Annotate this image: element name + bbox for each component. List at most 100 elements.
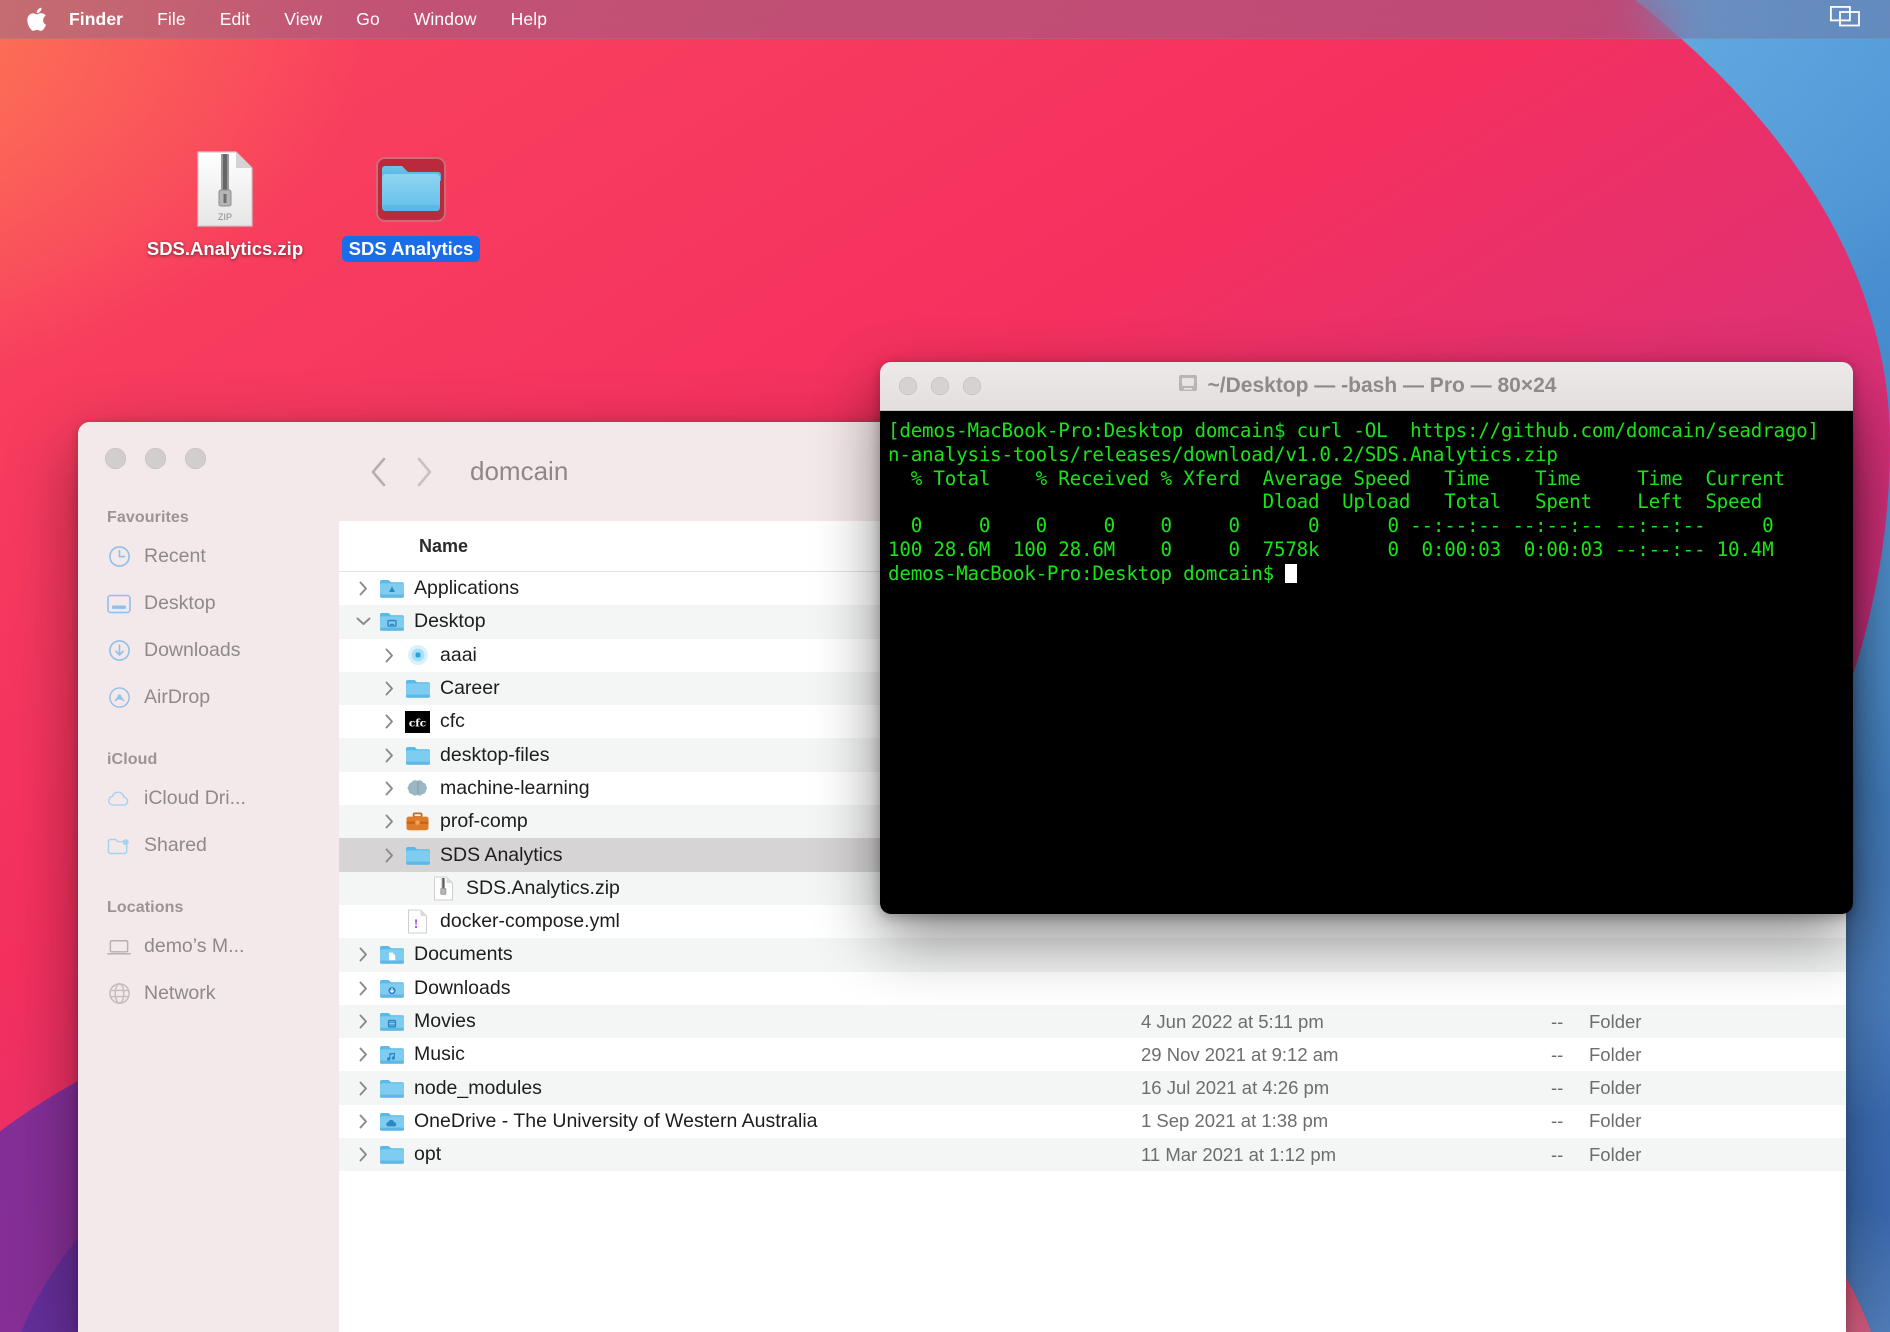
- terminal-title-wrap: ~/Desktop — -bash — Pro — 80×24: [880, 373, 1853, 399]
- file-date-modified: 11 Mar 2021 at 1:12 pm: [1141, 1143, 1337, 1165]
- sidebar-item-shared[interactable]: Shared: [78, 822, 339, 869]
- aaai-icon: [404, 642, 431, 669]
- desktop-icon: [107, 592, 131, 616]
- file-name: node_modules: [414, 1076, 542, 1099]
- chevron-right-icon[interactable]: [353, 1081, 373, 1096]
- sidebar-item-airdrop[interactable]: AirDrop: [78, 674, 339, 721]
- documents-folder-icon: [378, 941, 405, 968]
- chevron-right-icon[interactable]: [353, 1047, 373, 1062]
- terminal-output[interactable]: [demos-MacBook-Pro:Desktop domcain$ curl…: [880, 411, 1853, 914]
- chevron-right-icon[interactable]: [379, 781, 399, 796]
- chevron-right-icon[interactable]: [353, 1014, 373, 1029]
- sidebar-section-favourites: Favourites: [107, 509, 189, 526]
- chevron-right-icon[interactable]: [353, 581, 373, 596]
- table-row[interactable]: Movies 4 Jun 2022 at 5:11 pm -- Folder: [339, 1004, 1846, 1039]
- file-size: --: [1551, 1077, 1564, 1099]
- download-arrow-icon: [107, 639, 131, 663]
- file-date-modified: 29 Nov 2021 at 9:12 am: [1141, 1043, 1339, 1065]
- onedrive-folder-icon: [378, 1108, 405, 1135]
- sidebar-item-downloads[interactable]: Downloads: [78, 627, 339, 674]
- menu-item-window[interactable]: Window: [397, 9, 494, 30]
- terminal-cursor: [1285, 563, 1298, 583]
- file-name: docker-compose.yml: [440, 910, 620, 933]
- file-date-modified: 16 Jul 2021 at 4:26 pm: [1141, 1077, 1330, 1099]
- table-row[interactable]: Downloads: [339, 972, 1846, 1005]
- finder-window-title: domcain: [470, 456, 569, 486]
- close-button[interactable]: [105, 448, 126, 469]
- sidebar-item-label: iCloud Dri...: [144, 787, 246, 809]
- svg-text:ZIP: ZIP: [218, 212, 232, 222]
- menu-item-view[interactable]: View: [267, 9, 339, 30]
- folder-icon: [404, 742, 431, 769]
- desktop-icon-sds-analytics-zip[interactable]: ZIP SDS.Analytics.zip: [130, 150, 320, 262]
- apple-logo-icon[interactable]: [26, 7, 47, 32]
- terminal-title-bar[interactable]: ~/Desktop — -bash — Pro — 80×24: [880, 362, 1853, 411]
- table-row[interactable]: OneDrive - The University of Western Aus…: [339, 1105, 1846, 1138]
- file-kind: Folder: [1589, 1010, 1642, 1032]
- table-row[interactable]: Documents: [339, 938, 1846, 972]
- table-row[interactable]: Music 29 Nov 2021 at 9:12 am -- Folder: [339, 1038, 1846, 1071]
- folder-icon: [404, 675, 431, 702]
- sidebar-section-icloud: iCloud: [107, 751, 158, 768]
- svg-text:!: !: [414, 916, 418, 931]
- sidebar-item-label: Downloads: [144, 639, 241, 661]
- chevron-right-icon[interactable]: [353, 1147, 373, 1162]
- file-size: --: [1551, 1043, 1564, 1065]
- finder-sidebar: Favourites Recent Desktop Downloads AirD…: [78, 422, 339, 1332]
- terminal-window[interactable]: ~/Desktop — -bash — Pro — 80×24 [demos-M…: [880, 362, 1853, 914]
- zip-file-icon: ZIP: [186, 150, 264, 228]
- screen-mirroring-icon[interactable]: [1829, 5, 1860, 33]
- menu-item-finder[interactable]: Finder: [69, 9, 140, 30]
- desktop-icon-label: SDS Analytics: [341, 236, 481, 262]
- desktop-icon-sds-analytics-folder[interactable]: SDS Analytics: [316, 150, 506, 262]
- sidebar-item-network[interactable]: Network: [78, 970, 339, 1017]
- chevron-right-icon[interactable]: [353, 981, 373, 996]
- chevron-right-icon[interactable]: [379, 848, 399, 863]
- file-size: --: [1551, 1010, 1564, 1032]
- cfc-icon: cfc: [404, 708, 431, 735]
- chevron-right-icon[interactable]: [353, 1114, 373, 1129]
- forward-button[interactable]: [401, 449, 447, 495]
- maximize-button[interactable]: [185, 448, 206, 469]
- file-name: OneDrive - The University of Western Aus…: [414, 1109, 818, 1132]
- menu-item-go[interactable]: Go: [339, 9, 397, 30]
- file-name: cfc: [440, 710, 465, 733]
- back-button[interactable]: [355, 449, 401, 495]
- file-kind: Folder: [1589, 1110, 1642, 1132]
- clock-icon: [107, 545, 131, 569]
- sidebar-item-label: Desktop: [144, 592, 216, 614]
- chevron-right-icon[interactable]: [353, 947, 373, 962]
- airdrop-icon: [107, 686, 131, 710]
- column-header-name[interactable]: Name: [339, 536, 468, 557]
- minimize-button[interactable]: [145, 448, 166, 469]
- shared-folder-icon: [107, 834, 131, 858]
- sidebar-item-label: Shared: [144, 834, 207, 856]
- menu-item-edit[interactable]: Edit: [203, 9, 268, 30]
- sidebar-item-label: AirDrop: [144, 686, 211, 708]
- chevron-right-icon[interactable]: [379, 681, 399, 696]
- chevron-right-icon[interactable]: [379, 814, 399, 829]
- table-row[interactable]: node_modules 16 Jul 2021 at 4:26 pm -- Fold…: [339, 1071, 1846, 1105]
- folder-icon: [382, 165, 441, 211]
- table-row[interactable]: opt 11 Mar 2021 at 1:12 pm -- Folder: [339, 1138, 1846, 1172]
- chevron-right-icon[interactable]: [379, 648, 399, 663]
- music-folder-icon: [378, 1041, 405, 1068]
- menu-item-help[interactable]: Help: [494, 9, 564, 30]
- folder-icon: [378, 1075, 405, 1102]
- sidebar-item-demos-mac[interactable]: demo’s M...: [78, 923, 339, 970]
- file-kind: Folder: [1589, 1043, 1642, 1065]
- file-name: Desktop: [414, 610, 486, 633]
- sidebar-item-label: Network: [144, 982, 216, 1004]
- menu-item-file[interactable]: File: [140, 9, 203, 30]
- file-size: --: [1551, 1143, 1564, 1165]
- downloads-folder-icon: [378, 975, 405, 1002]
- chevron-right-icon[interactable]: [379, 748, 399, 763]
- sidebar-item-recent[interactable]: Recent: [78, 533, 339, 580]
- chevron-down-icon[interactable]: [353, 617, 373, 626]
- sidebar-item-icloud-drive[interactable]: iCloud Dri...: [78, 775, 339, 822]
- chevron-right-icon[interactable]: [379, 714, 399, 729]
- finder-window-controls: [78, 422, 339, 469]
- sidebar-item-desktop[interactable]: Desktop: [78, 580, 339, 627]
- laptop-icon: [107, 935, 131, 959]
- sidebar-item-label: demo’s M...: [144, 935, 245, 957]
